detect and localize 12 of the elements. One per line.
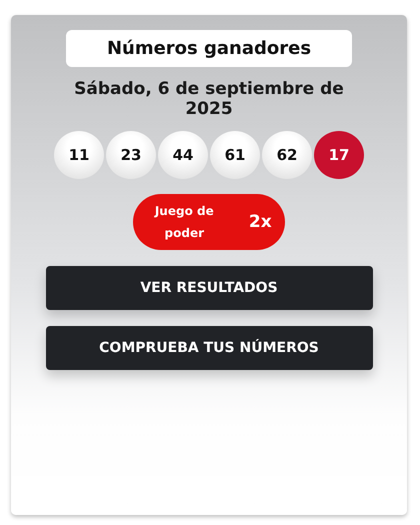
- number-ball: 17: [314, 131, 364, 179]
- draw-date: Sábado, 6 de septiembre de 2025: [73, 79, 345, 119]
- section-title: Números ganadores: [66, 30, 352, 67]
- number-ball: 62: [262, 131, 312, 179]
- number-ball: 23: [106, 131, 156, 179]
- number-ball: 61: [210, 131, 260, 179]
- power-play-multiplier: 2x: [248, 212, 272, 232]
- number-ball: 44: [158, 131, 208, 179]
- power-play-label: Juego de poder: [153, 203, 215, 242]
- action-button[interactable]: COMPRUEBA TUS NÚMEROS: [46, 326, 372, 370]
- action-button[interactable]: VER RESULTADOS: [46, 266, 372, 310]
- number-ball: 11: [54, 131, 104, 179]
